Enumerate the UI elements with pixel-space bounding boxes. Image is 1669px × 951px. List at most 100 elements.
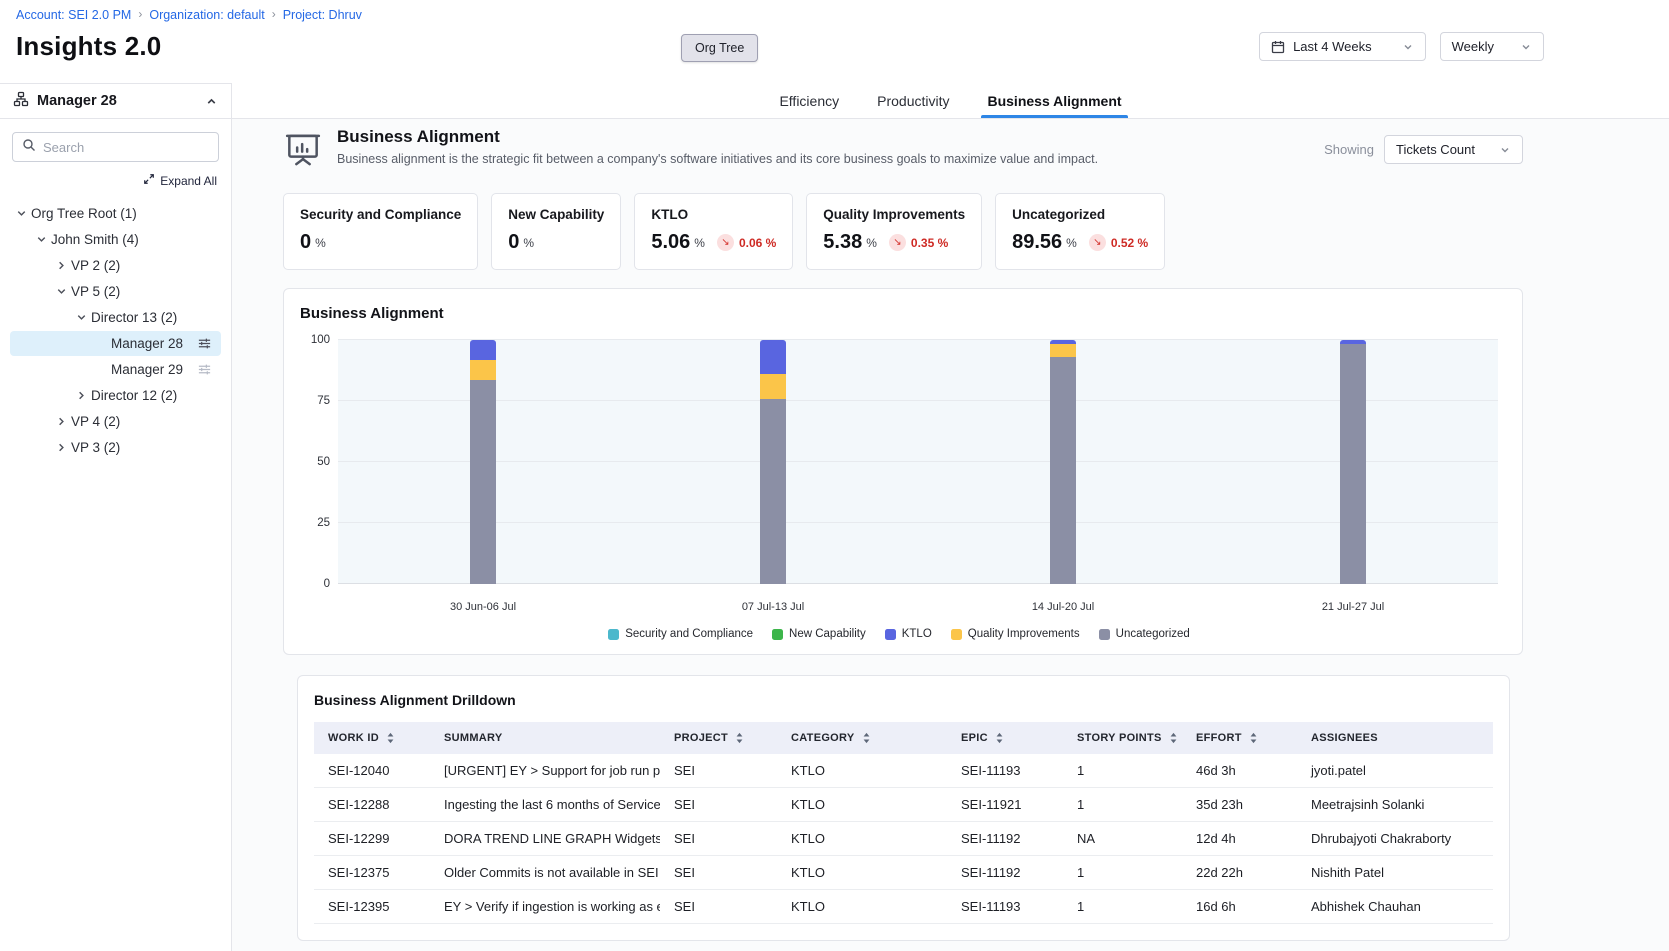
chart-plot[interactable] bbox=[338, 340, 1498, 584]
kpi-card-uncategorized: Uncategorized89.56%↘0.52 % bbox=[995, 193, 1165, 270]
column-header-label: WORK ID bbox=[328, 732, 379, 744]
tree-item-manager-28[interactable]: Manager 28 bbox=[10, 331, 221, 356]
column-header-project[interactable]: PROJECT bbox=[660, 722, 777, 754]
x-tick-label: 07 Jul-13 Jul bbox=[628, 601, 918, 613]
kpi-card-quality-improvements: Quality Improvements5.38%↘0.35 % bbox=[806, 193, 982, 270]
column-header-summary[interactable]: SUMMARY bbox=[430, 722, 660, 754]
date-range-select[interactable]: Last 4 Weeks bbox=[1259, 32, 1426, 61]
legend-item-ktlo[interactable]: KTLO bbox=[885, 628, 932, 640]
column-header-label: STORY POINTS bbox=[1077, 732, 1162, 744]
column-header-effort[interactable]: EFFORT bbox=[1182, 722, 1297, 754]
search-input[interactable] bbox=[43, 140, 219, 155]
table-cell: 1 bbox=[1063, 754, 1182, 788]
sort-icon[interactable] bbox=[735, 732, 744, 744]
interval-select[interactable]: Weekly bbox=[1440, 32, 1544, 61]
x-axis-labels: 30 Jun-06 Jul07 Jul-13 Jul14 Jul-20 Jul2… bbox=[338, 601, 1498, 613]
tree-item-vp-5-2[interactable]: VP 5 (2) bbox=[10, 279, 221, 304]
org-tree: Org Tree Root (1)John Smith (4)VP 2 (2)V… bbox=[0, 201, 231, 460]
stacked-bar-07-jul-13-jul[interactable] bbox=[760, 340, 786, 584]
legend-item-quality-improvements[interactable]: Quality Improvements bbox=[951, 628, 1080, 640]
chevron-right-icon[interactable] bbox=[72, 389, 91, 402]
kpi-unit: % bbox=[1066, 236, 1077, 250]
tree-item-john-smith-4[interactable]: John Smith (4) bbox=[10, 227, 221, 252]
breadcrumb-link-account[interactable]: Account: SEI 2.0 PM bbox=[16, 8, 131, 22]
table-cell-work-id[interactable]: SEI-12040 bbox=[314, 754, 430, 788]
chevron-right-icon[interactable] bbox=[52, 259, 71, 272]
showing-select[interactable]: Tickets Count bbox=[1384, 135, 1523, 164]
table-cell: SEI bbox=[660, 856, 777, 890]
chevron-right-icon[interactable] bbox=[52, 441, 71, 454]
tab-efficiency[interactable]: Efficiency bbox=[777, 83, 841, 118]
tree-item-org-tree-root-1[interactable]: Org Tree Root (1) bbox=[10, 201, 221, 226]
search-icon bbox=[22, 138, 36, 157]
sliders-icon[interactable] bbox=[197, 336, 212, 351]
chevron-down-icon[interactable] bbox=[52, 285, 71, 298]
sort-icon[interactable] bbox=[1249, 732, 1258, 744]
org-chart-icon bbox=[13, 91, 29, 112]
tree-item-label: VP 3 (2) bbox=[71, 440, 120, 455]
table-cell: Nishith Patel bbox=[1297, 856, 1493, 890]
kpi-delta-value: 0.35 % bbox=[911, 236, 948, 250]
bar-segment-ktlo[interactable] bbox=[760, 340, 786, 374]
chevron-down-icon[interactable] bbox=[32, 233, 51, 246]
bar-segment-quality-improvements[interactable] bbox=[1050, 344, 1076, 357]
presentation-chart-icon bbox=[283, 130, 323, 175]
tree-item-vp-2-2[interactable]: VP 2 (2) bbox=[10, 253, 221, 278]
table-cell: 35d 23h bbox=[1182, 788, 1297, 822]
sort-icon[interactable] bbox=[1169, 732, 1178, 744]
expand-all-button[interactable]: Expand All bbox=[0, 173, 217, 188]
org-tree-button[interactable]: Org Tree bbox=[681, 34, 758, 62]
bar-segment-quality-improvements[interactable] bbox=[760, 374, 786, 398]
date-range-value: Last 4 Weeks bbox=[1293, 39, 1372, 54]
table-cell-work-id[interactable]: SEI-12375 bbox=[314, 856, 430, 890]
legend-swatch bbox=[1099, 629, 1110, 640]
tab-business-alignment[interactable]: Business Alignment bbox=[985, 83, 1123, 118]
legend-item-security-and-compliance[interactable]: Security and Compliance bbox=[608, 628, 753, 640]
column-header-work-id[interactable]: WORK ID bbox=[314, 722, 430, 754]
chart-legend: Security and Compliance New Capability KTL… bbox=[300, 628, 1498, 640]
table-cell: KTLO bbox=[777, 788, 947, 822]
table-cell-work-id[interactable]: SEI-12395 bbox=[314, 890, 430, 924]
bar-segment-quality-improvements[interactable] bbox=[470, 360, 496, 381]
table-cell: SEI bbox=[660, 822, 777, 856]
tree-item-vp-3-2[interactable]: VP 3 (2) bbox=[10, 435, 221, 460]
table-cell-work-id[interactable]: SEI-12299 bbox=[314, 822, 430, 856]
breadcrumb-link-organization[interactable]: Organization: default bbox=[149, 8, 264, 22]
tree-item-director-13-2[interactable]: Director 13 (2) bbox=[10, 305, 221, 330]
tree-item-vp-4-2[interactable]: VP 4 (2) bbox=[10, 409, 221, 434]
sort-icon[interactable] bbox=[386, 732, 395, 744]
stacked-bar-21-jul-27-jul[interactable] bbox=[1340, 340, 1366, 584]
tree-item-director-12-2[interactable]: Director 12 (2) bbox=[10, 383, 221, 408]
kpi-value: 89.56 bbox=[1012, 231, 1062, 254]
bar-segment-uncategorized[interactable] bbox=[470, 380, 496, 584]
stacked-bar-14-jul-20-jul[interactable] bbox=[1050, 340, 1076, 584]
bar-segment-uncategorized[interactable] bbox=[1050, 357, 1076, 584]
kpi-value-row: 0% bbox=[300, 231, 461, 254]
breadcrumb-link-project[interactable]: Project: Dhruv bbox=[283, 8, 362, 22]
chevron-right-icon[interactable] bbox=[52, 415, 71, 428]
bar-segment-ktlo[interactable] bbox=[470, 340, 496, 360]
column-header-story-points[interactable]: STORY POINTS bbox=[1063, 722, 1182, 754]
chevron-down-icon[interactable] bbox=[72, 311, 91, 324]
table-cell: SEI bbox=[660, 788, 777, 822]
table-cell: DORA TREND LINE GRAPH Widgets is n... bbox=[430, 822, 660, 856]
table-cell-work-id[interactable]: SEI-12288 bbox=[314, 788, 430, 822]
chevron-down-icon[interactable] bbox=[12, 207, 31, 220]
column-header-label: EFFORT bbox=[1196, 732, 1242, 744]
bar-segment-uncategorized[interactable] bbox=[760, 399, 786, 584]
sort-icon[interactable] bbox=[995, 732, 1004, 744]
legend-item-uncategorized[interactable]: Uncategorized bbox=[1099, 628, 1190, 640]
sort-icon[interactable] bbox=[862, 732, 871, 744]
stacked-bar-30-jun-06-jul[interactable] bbox=[470, 340, 496, 584]
column-header-category[interactable]: CATEGORY bbox=[777, 722, 947, 754]
sliders-icon[interactable] bbox=[197, 362, 212, 377]
table-cell: Ingesting the last 6 months of ServiceN.… bbox=[430, 788, 660, 822]
tab-productivity[interactable]: Productivity bbox=[875, 83, 951, 118]
column-header-assignees[interactable]: ASSIGNEES bbox=[1297, 722, 1493, 754]
legend-item-new-capability[interactable]: New Capability bbox=[772, 628, 866, 640]
tree-item-manager-29[interactable]: Manager 29 bbox=[10, 357, 221, 382]
collapse-sidebar-icon[interactable] bbox=[205, 95, 218, 108]
trend-down-icon: ↘ bbox=[889, 234, 906, 251]
column-header-epic[interactable]: EPIC bbox=[947, 722, 1063, 754]
bar-segment-uncategorized[interactable] bbox=[1340, 344, 1366, 584]
